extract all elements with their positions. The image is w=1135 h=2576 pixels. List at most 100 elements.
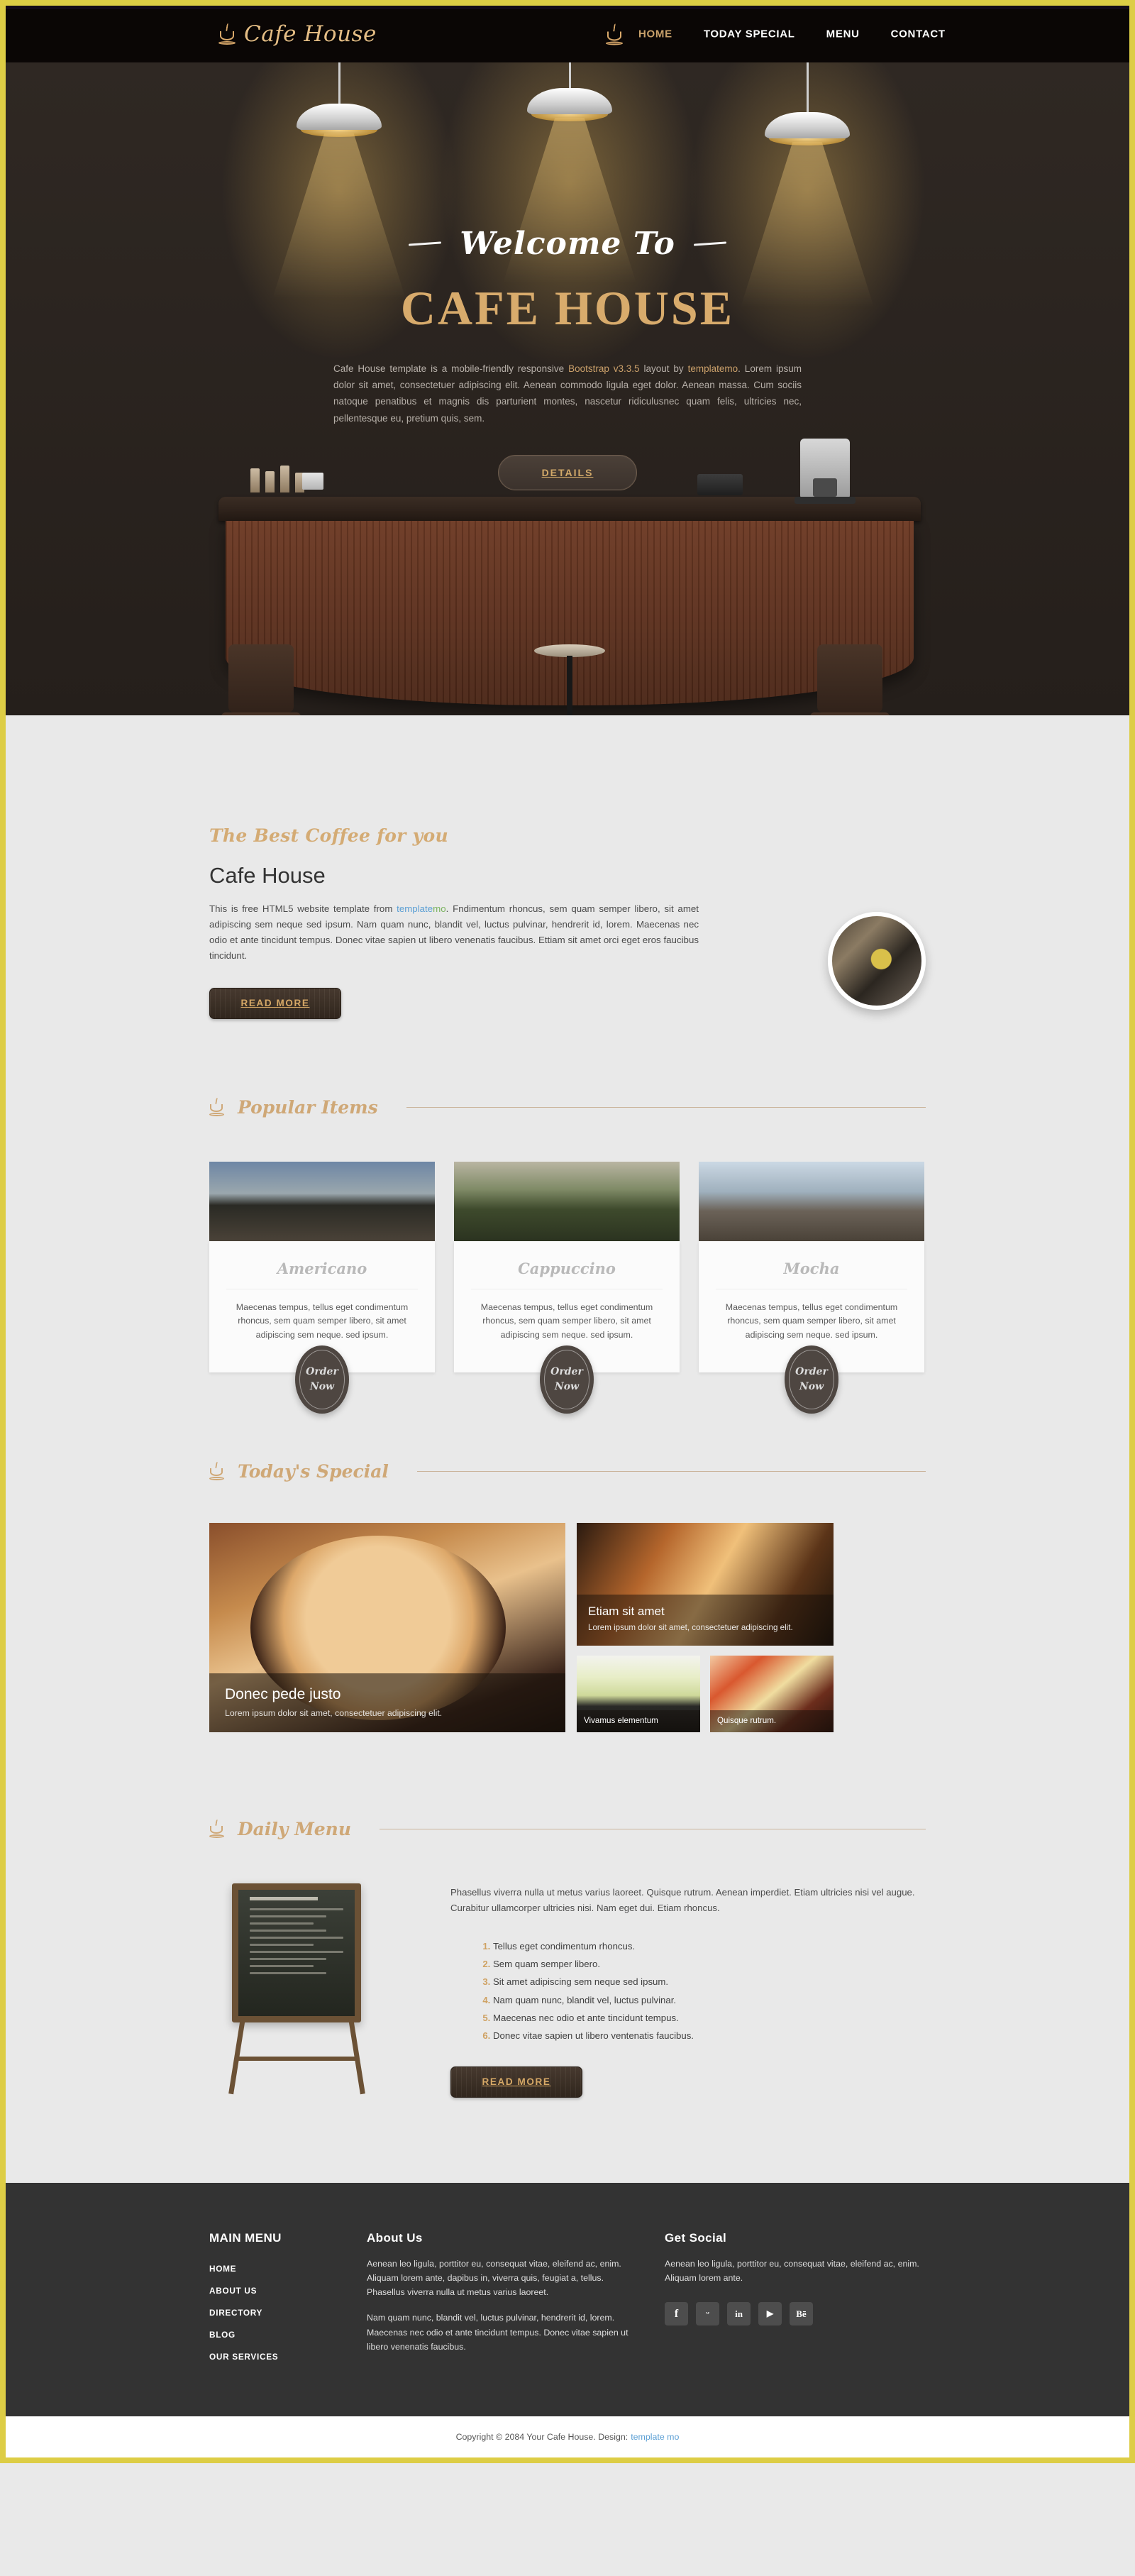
footer-link-directory[interactable]: DIRECTORY xyxy=(209,2308,367,2318)
hero-desc-pre: Cafe House template is a mobile-friendly… xyxy=(333,363,569,374)
bar-stool-center xyxy=(527,644,612,715)
nav-item-contact[interactable]: CONTACT xyxy=(875,28,961,40)
product-description: Maecenas tempus, tellus eget condimentum… xyxy=(725,1301,898,1340)
special-secondary-title: Etiam sit amet xyxy=(588,1604,665,1618)
product-card[interactable]: Mocha Maecenas tempus, tellus eget condi… xyxy=(699,1161,924,1414)
bar-chair-left xyxy=(218,644,304,715)
details-button[interactable]: DETAILS xyxy=(498,454,637,490)
linkedin-icon[interactable]: in xyxy=(727,2302,751,2326)
about-section: The Best Coffee for you Cafe House This … xyxy=(6,715,1129,1019)
coffee-cup-icon xyxy=(218,23,237,45)
special-grid: Donec pede justo Lorem ipsum dolor sit a… xyxy=(209,1522,926,1732)
footer-menu-heading: MAIN MENU xyxy=(209,2230,282,2245)
product-card[interactable]: Cappuccino Maecenas tempus, tellus eget … xyxy=(454,1161,680,1414)
product-name: Mocha xyxy=(716,1260,907,1289)
popular-items-header: Popular Items xyxy=(209,1097,926,1118)
top-navbar: Cafe House HOME TODAY SPECIAL MENU CONTA… xyxy=(6,6,1129,62)
todays-special-section: Today's Special Donec pede justo Lorem i… xyxy=(6,1372,1129,1732)
nav-item-home[interactable]: HOME xyxy=(623,28,688,40)
header-divider-rule xyxy=(406,1106,926,1108)
twitter-icon[interactable]: ᵕ xyxy=(696,2302,719,2326)
footer-about-paragraph-2: Nam quam nunc, blandit vel, luctus pulvi… xyxy=(367,2313,629,2352)
footer-social-text: Aenean leo ligula, porttitor eu, consequ… xyxy=(665,2258,919,2283)
special-secondary-desc: Lorem ipsum dolor sit amet, consectetuer… xyxy=(588,1622,793,1632)
hero-welcome-text: Welcome To xyxy=(460,226,675,262)
templatemo-credit-link[interactable]: template mo xyxy=(631,2432,679,2442)
header-divider-rule xyxy=(416,1470,926,1472)
bar-chair-right xyxy=(807,644,892,715)
special-side-column: Etiam sit amet Lorem ipsum dolor sit ame… xyxy=(577,1522,834,1732)
nav-item-menu[interactable]: MENU xyxy=(811,28,875,40)
footer-about-paragraph-1: Aenean leo ligula, porttitor eu, consequ… xyxy=(367,2258,621,2298)
product-image xyxy=(454,1161,680,1241)
hero-title: CAFE HOUSE xyxy=(400,281,735,335)
special-mini-label: Quisque rutrum. xyxy=(710,1710,834,1732)
facebook-icon[interactable]: f xyxy=(665,2302,688,2326)
popular-items-heading: Popular Items xyxy=(238,1096,378,1118)
nav-coffee-cup-icon xyxy=(606,23,624,45)
special-main-title: Donec pede justo xyxy=(225,1685,341,1702)
templatemo-link-part2: mo xyxy=(433,903,446,914)
product-image xyxy=(699,1161,924,1241)
special-mini-tile[interactable]: Quisque rutrum. xyxy=(710,1655,834,1732)
hero-desc-bootstrap: Bootstrap v3.3.5 xyxy=(568,363,640,374)
brand-logo[interactable]: Cafe House xyxy=(218,21,377,47)
menu-list-item: Sit amet adipiscing sem neque sed ipsum. xyxy=(493,1973,926,1991)
product-name: Cappuccino xyxy=(471,1260,663,1289)
todays-special-heading: Today's Special xyxy=(238,1460,389,1482)
special-main-tile[interactable]: Donec pede justo Lorem ipsum dolor sit a… xyxy=(209,1522,565,1732)
footer-link-home[interactable]: HOME xyxy=(209,2264,367,2274)
hero-desc-mid: layout by xyxy=(639,363,688,374)
product-description: Maecenas tempus, tellus eget condimentum… xyxy=(236,1301,409,1340)
menu-list-item: Maecenas nec odio et ante tincidunt temp… xyxy=(493,2009,926,2027)
about-coffee-photo xyxy=(828,912,926,1010)
footer-about-heading: About Us xyxy=(367,2230,423,2245)
about-read-more-button[interactable]: READ MORE xyxy=(209,987,341,1019)
product-name: Americano xyxy=(226,1260,418,1289)
popular-items-section: Popular Items Americano Maecenas tempus,… xyxy=(6,1019,1129,1414)
hero-welcome-row: Welcome To xyxy=(6,226,1129,262)
todays-special-header: Today's Special xyxy=(209,1461,926,1482)
hero-section: Welcome To CAFE HOUSE Cafe House templat… xyxy=(6,62,1129,715)
product-description: Maecenas tempus, tellus eget condimentum… xyxy=(480,1301,653,1340)
footer-menu-column: MAIN MENU HOME ABOUT US DIRECTORY BLOG O… xyxy=(209,2231,367,2374)
nav-item-today-special[interactable]: TODAY SPECIAL xyxy=(688,28,811,40)
behance-icon[interactable]: Bē xyxy=(790,2302,813,2326)
about-body-pre: This is free HTML5 website template from xyxy=(209,903,397,914)
special-mini-tile[interactable]: Vivamus elementum xyxy=(577,1655,700,1732)
daily-read-more-button[interactable]: READ MORE xyxy=(450,2066,582,2098)
special-main-desc: Lorem ipsum dolor sit amet, consectetuer… xyxy=(225,1707,443,1718)
special-mini-row: Vivamus elementum Quisque rutrum. xyxy=(577,1655,834,1732)
menu-chalkboard-illustration xyxy=(209,1879,422,2094)
daily-menu-intro: Phasellus viverra nulla ut metus varius … xyxy=(450,1886,915,1913)
product-card[interactable]: Americano Maecenas tempus, tellus eget c… xyxy=(209,1161,435,1414)
copyright-bar: Copyright © 2084 Your Cafe House. Design… xyxy=(6,2416,1129,2457)
menu-list-item: Sem quam semper libero. xyxy=(493,1955,926,1973)
daily-menu-list: Tellus eget condimentum rhoncus. Sem qua… xyxy=(493,1937,926,2045)
section-coffee-cup-icon xyxy=(209,1819,225,1839)
about-script-title: The Best Coffee for you xyxy=(209,825,448,846)
footer-link-blog[interactable]: BLOG xyxy=(209,2330,367,2340)
cafe-bar-illustration xyxy=(6,439,1129,715)
footer-social-column: Get Social Aenean leo ligula, porttitor … xyxy=(665,2231,926,2374)
about-paragraph: This is free HTML5 website template from… xyxy=(209,901,699,964)
hero-description: Cafe House template is a mobile-friendly… xyxy=(333,360,802,426)
section-coffee-cup-icon xyxy=(209,1461,225,1481)
hero-content: Welcome To CAFE HOUSE Cafe House templat… xyxy=(6,62,1129,490)
social-links: f ᵕ in ▶ Bē xyxy=(665,2302,926,2326)
copyright-text: Copyright © 2084 Your Cafe House. Design… xyxy=(455,2431,629,2442)
daily-menu-header: Daily Menu xyxy=(209,1819,926,1839)
special-secondary-tile[interactable]: Etiam sit amet Lorem ipsum dolor sit ame… xyxy=(577,1522,834,1646)
site-footer: MAIN MENU HOME ABOUT US DIRECTORY BLOG O… xyxy=(6,2182,1129,2416)
footer-link-our-services[interactable]: OUR SERVICES xyxy=(209,2352,367,2362)
footer-link-about-us[interactable]: ABOUT US xyxy=(209,2286,367,2296)
templatemo-link-part1: template xyxy=(397,903,433,914)
daily-menu-section: Daily Menu Phasellus viverra nulla ut me… xyxy=(6,1732,1129,2183)
dash-right-decoration xyxy=(693,241,726,246)
hero-desc-templatemo[interactable]: templatemo xyxy=(688,363,738,374)
youtube-icon[interactable]: ▶ xyxy=(758,2302,782,2326)
menu-list-item: Donec vitae sapien ut libero ventenatis … xyxy=(493,2027,926,2044)
brand-name: Cafe House xyxy=(244,21,377,47)
templatemo-link[interactable]: templatemo xyxy=(397,903,445,914)
daily-menu-grid: Phasellus viverra nulla ut metus varius … xyxy=(209,1879,926,2098)
